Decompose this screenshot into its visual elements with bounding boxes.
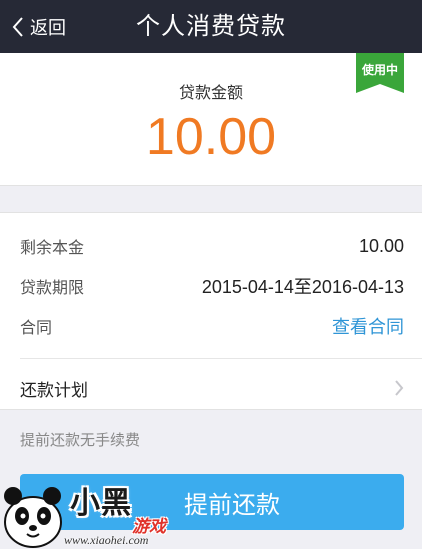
loan-term-label: 贷款期限: [20, 278, 85, 297]
status-badge: 使用中: [356, 53, 404, 93]
prepay-hint: 提前还款无手续费: [20, 431, 141, 449]
chevron-right-icon: [395, 380, 404, 396]
watermark-url: www.xiaohei.com: [64, 533, 149, 547]
remaining-principal-value: 10.00: [358, 235, 404, 256]
repayment-plan-label: 还款计划: [20, 380, 88, 401]
navigation-bar: 返回 个人消费贷款: [0, 0, 422, 53]
page-title: 个人消费贷款: [136, 12, 286, 40]
loan-term-row: 贷款期限 2015-04-14至2016-04-13: [20, 274, 404, 298]
contract-label: 合同: [20, 318, 53, 337]
watermark-logo: 小黑 游戏 www.xiaohei.com: [0, 478, 200, 549]
divider: [20, 358, 422, 359]
panda-mascot-icon: [4, 487, 62, 548]
loan-term-value: 2015-04-14至2016-04-13: [201, 277, 404, 297]
status-text: 使用中: [361, 63, 398, 77]
loan-detail-card: 剩余本金 10.00 贷款期限 2015-04-14至2016-04-13 合同…: [0, 212, 422, 410]
repayment-plan-row[interactable]: 还款计划: [20, 373, 404, 403]
amount-value: 10.00: [145, 108, 277, 166]
remaining-principal-label: 剩余本金: [20, 238, 85, 257]
view-contract-link[interactable]: 查看合同: [332, 313, 404, 339]
watermark-brand: 小黑: [70, 486, 132, 521]
loan-amount-card: 贷款金额 10.00 使用中: [0, 53, 422, 186]
remaining-principal-row: 剩余本金 10.00: [20, 234, 404, 258]
contract-row: 合同 查看合同: [20, 314, 404, 338]
